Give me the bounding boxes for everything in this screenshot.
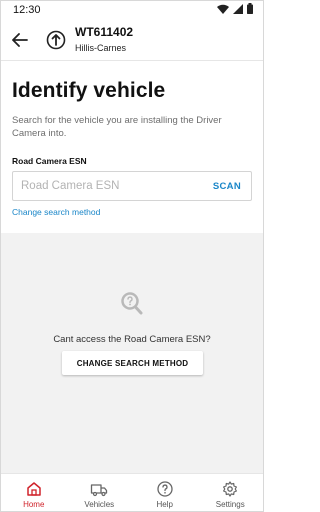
truck-icon — [91, 484, 108, 497]
back-arrow-icon[interactable] — [9, 29, 31, 51]
search-input[interactable] — [21, 180, 191, 192]
page-description: Search for the vehicle you are installin… — [12, 115, 222, 139]
bottom-navigation: Home Vehicles Help Settings — [1, 473, 264, 511]
nav-item-vehicles[interactable]: Vehicles — [67, 474, 133, 511]
help-icon — [157, 481, 173, 497]
page-title: Identify vehicle — [12, 79, 166, 102]
home-icon — [27, 482, 41, 496]
search-field: SCAN — [12, 171, 252, 201]
identify-section: Identify vehicle Search for the vehicle … — [1, 61, 263, 233]
change-search-method-button[interactable]: CHANGE SEARCH METHOD — [62, 351, 203, 375]
signal-icon — [233, 3, 243, 17]
empty-state-message: Cant access the Road Camera ESN? — [53, 334, 211, 345]
nav-item-help[interactable]: Help — [132, 474, 198, 511]
battery-icon — [247, 3, 253, 17]
search-magnifier-icon — [120, 291, 144, 317]
gear-icon — [223, 481, 238, 497]
app-screen: 12:30 WT611402 Hillis-Carnes Identify ve… — [0, 0, 264, 512]
nav-label-vehicles: Vehicles — [84, 500, 115, 509]
wifi-icon — [217, 4, 229, 17]
vehicle-info: WT611402 Hillis-Carnes — [75, 25, 133, 54]
vehicle-company: Hillis-Carnes — [75, 43, 127, 53]
status-icons — [217, 3, 253, 17]
nav-label-help: Help — [156, 500, 173, 509]
nav-item-home[interactable]: Home — [1, 474, 67, 511]
nav-item-settings[interactable]: Settings — [198, 474, 264, 511]
status-bar: 12:30 — [1, 1, 263, 19]
vehicle-id: WT611402 — [75, 25, 134, 39]
empty-state-panel: Cant access the Road Camera ESN? CHANGE … — [1, 233, 263, 473]
navigation-arrow-icon — [45, 29, 67, 51]
scan-button[interactable]: SCAN — [213, 181, 241, 192]
nav-label-home: Home — [23, 500, 45, 509]
field-label: Road Camera ESN — [12, 156, 87, 166]
status-time: 12:30 — [13, 4, 41, 16]
change-search-method-link[interactable]: Change search method — [12, 207, 100, 217]
nav-label-settings: Settings — [215, 500, 245, 509]
top-app-bar: WT611402 Hillis-Carnes — [1, 19, 263, 61]
